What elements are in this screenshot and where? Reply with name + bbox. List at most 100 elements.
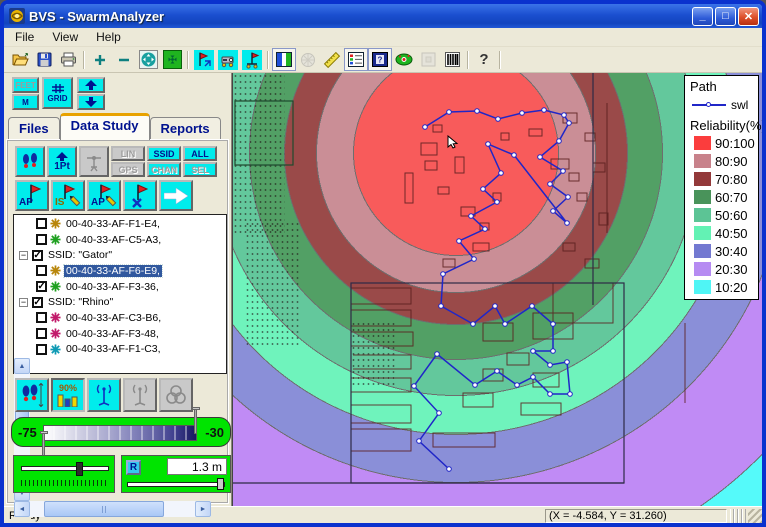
path-point[interactable]: [551, 322, 556, 327]
pan-down-button[interactable]: [77, 94, 105, 110]
path-point[interactable]: [423, 125, 428, 130]
tree-item-label[interactable]: SSID: "Rhino": [46, 296, 115, 308]
tree-item[interactable]: 00-40-33-AF-C3-B6,: [14, 310, 211, 326]
flag-tool-icon[interactable]: [192, 48, 216, 71]
save-icon[interactable]: [32, 48, 56, 71]
path-point[interactable]: [481, 187, 486, 192]
path-point[interactable]: [473, 383, 478, 388]
maximize-button[interactable]: □: [715, 7, 736, 26]
scroll-up-icon[interactable]: ▲: [14, 358, 30, 374]
tree-item[interactable]: ✓ 00-40-33-AF-F3-36,: [14, 279, 211, 295]
zoom-in-icon[interactable]: [88, 48, 112, 71]
open-icon[interactable]: [8, 48, 32, 71]
tree-item[interactable]: −✓SSID: "Rhino": [14, 294, 211, 310]
tree-item-label[interactable]: 00-40-33-AF-C5-A3,: [64, 234, 163, 246]
tree-item-label[interactable]: 00-40-33-AF-F3-48,: [64, 328, 161, 340]
menu-file[interactable]: File: [6, 28, 43, 46]
ap-flag-button[interactable]: AP: [15, 180, 49, 211]
position-slider-thumb[interactable]: [76, 462, 83, 476]
path-point[interactable]: [496, 117, 501, 122]
path-point[interactable]: [542, 108, 547, 113]
tree-item-label[interactable]: SSID: "Gator": [46, 249, 114, 261]
center-view-icon[interactable]: [160, 48, 184, 71]
radius-slider-track[interactable]: [127, 482, 225, 487]
resize-grip[interactable]: [748, 509, 762, 523]
close-button[interactable]: ✕: [738, 7, 759, 26]
pan-up-button[interactable]: [77, 77, 105, 93]
path-point[interactable]: [457, 239, 462, 244]
tab-files[interactable]: Files: [8, 117, 60, 140]
one-point-button[interactable]: 1Pt: [47, 146, 77, 177]
grid-button[interactable]: GRID: [42, 77, 73, 109]
tag-oval-icon[interactable]: [392, 48, 416, 71]
tree-item[interactable]: 00-40-33-AF-F3-48,: [14, 326, 211, 342]
about-help-icon[interactable]: ?: [472, 48, 496, 71]
is-edit-flag-button[interactable]: IS: [51, 180, 85, 211]
help-panel-icon[interactable]: ?: [368, 48, 392, 71]
path-point[interactable]: [483, 227, 488, 232]
scroll-thumb[interactable]: [44, 501, 164, 517]
tree-checkbox[interactable]: [36, 234, 47, 245]
path-point[interactable]: [447, 110, 452, 115]
reliability-percent-button[interactable]: 90%: [51, 378, 85, 412]
split-panel-icon[interactable]: [272, 48, 296, 71]
barcode-icon[interactable]: [440, 48, 464, 71]
rssi-range-bar[interactable]: -75 -30: [11, 417, 231, 447]
tree-item[interactable]: −✓SSID: "Gator": [14, 247, 211, 263]
tree-item-label[interactable]: 00-40-33-AF-F1-E4,: [64, 218, 162, 230]
path-point[interactable]: [495, 200, 500, 205]
menu-view[interactable]: View: [43, 28, 87, 46]
tree-checkbox[interactable]: [36, 218, 47, 229]
tree-checkbox[interactable]: ✓: [36, 281, 47, 292]
tab-reports[interactable]: Reports: [150, 117, 221, 140]
tree-item[interactable]: 00-40-33-AF-F6-E9,: [14, 263, 211, 279]
fit-view-icon[interactable]: [136, 48, 160, 71]
path-point[interactable]: [538, 155, 543, 160]
path-point[interactable]: [471, 322, 476, 327]
path-point[interactable]: [417, 439, 422, 444]
path-point[interactable]: [493, 304, 498, 309]
tab-data-study[interactable]: Data Study: [60, 113, 150, 140]
path-point[interactable]: [531, 349, 536, 354]
radius-slider-thumb[interactable]: [217, 478, 224, 490]
ruler-icon[interactable]: [320, 48, 344, 71]
path-point[interactable]: [486, 142, 491, 147]
print-icon[interactable]: [56, 48, 80, 71]
ssid-button[interactable]: SSID: [147, 146, 181, 161]
path-point[interactable]: [520, 111, 525, 116]
delete-flag-button[interactable]: [123, 180, 157, 211]
path-point[interactable]: [548, 182, 553, 187]
path-point[interactable]: [472, 257, 477, 262]
tree-checkbox[interactable]: ✓: [32, 297, 43, 308]
rssi-max-handle[interactable]: [194, 408, 197, 434]
tree-item-label[interactable]: 00-40-33-AF-F1-C3,: [64, 343, 163, 355]
coverage-map[interactable]: Path swl Reliability(%) 90:10080:9070:80…: [232, 73, 762, 506]
path-point[interactable]: [412, 384, 417, 389]
tree-checkbox[interactable]: [36, 265, 47, 276]
path-point[interactable]: [548, 363, 553, 368]
tree-item-label[interactable]: 00-40-33-AF-F3-36,: [64, 281, 161, 293]
path-point[interactable]: [447, 467, 452, 472]
collapse-icon[interactable]: −: [19, 251, 28, 260]
path-point[interactable]: [551, 349, 556, 354]
path-point[interactable]: [562, 113, 567, 118]
ap-cart-icon[interactable]: [240, 48, 264, 71]
collapse-icon[interactable]: −: [19, 298, 28, 307]
path-point[interactable]: [568, 392, 573, 397]
path-point[interactable]: [499, 171, 504, 176]
signal-antenna-button[interactable]: [87, 378, 121, 412]
path-point[interactable]: [548, 392, 553, 397]
tree-item[interactable]: 00-40-33-AF-F1-E4,: [14, 216, 211, 232]
meters-button[interactable]: M: [12, 94, 39, 110]
tree-checkbox[interactable]: ✓: [32, 250, 43, 261]
path-point[interactable]: [512, 153, 517, 158]
path-point[interactable]: [551, 209, 556, 214]
tree-checkbox[interactable]: [36, 328, 47, 339]
position-slider-track[interactable]: [21, 466, 109, 471]
menu-help[interactable]: Help: [87, 28, 130, 46]
tree-item-label[interactable]: 00-40-33-AF-C3-B6,: [64, 312, 163, 324]
path-point[interactable]: [495, 369, 500, 374]
scroll-left-icon[interactable]: ◄: [14, 501, 30, 517]
all-button[interactable]: ALL: [183, 146, 217, 161]
tree-item[interactable]: 00-40-33-AF-C5-A3,: [14, 232, 211, 248]
